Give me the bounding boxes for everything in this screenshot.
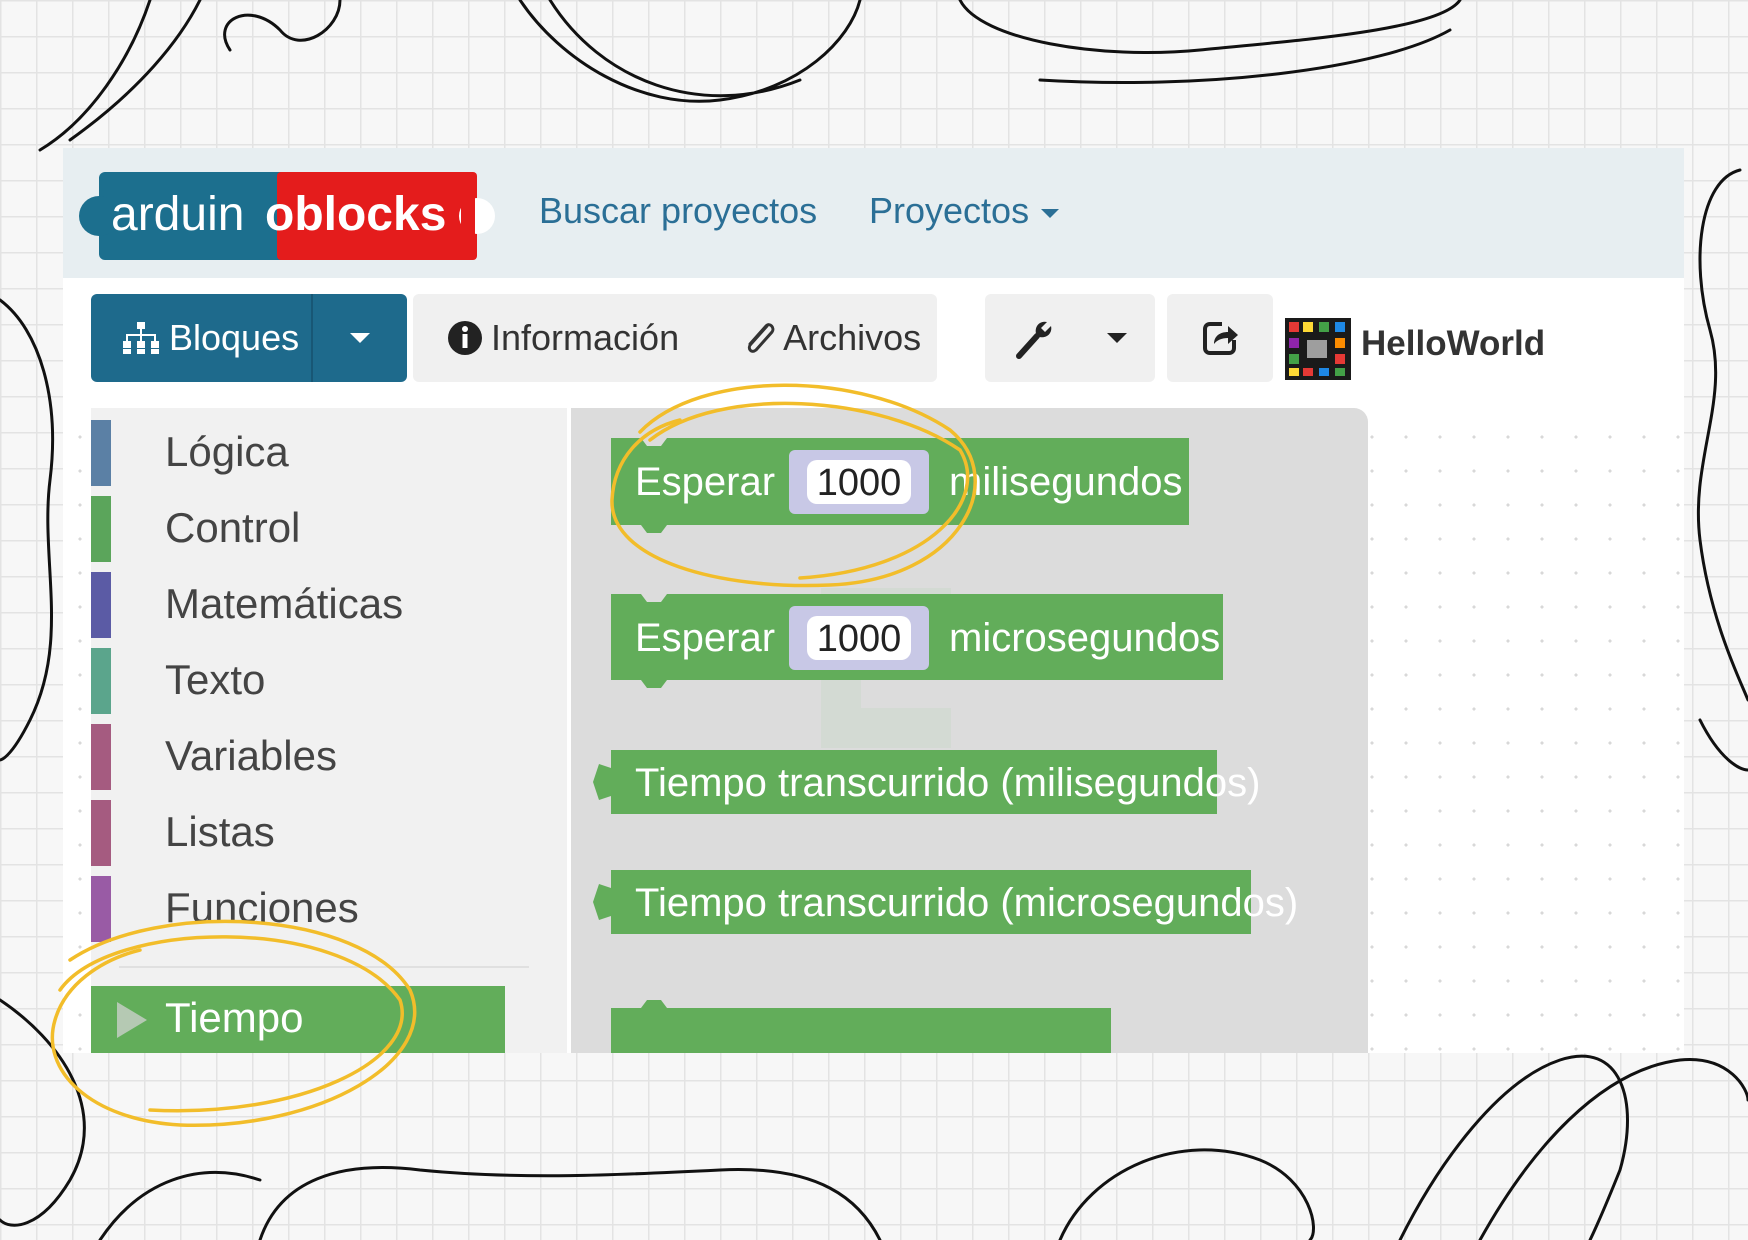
block-label: Esperar <box>635 616 775 660</box>
info-files-group: Información Archivos <box>413 294 937 382</box>
category-label: Listas <box>165 808 275 855</box>
category-label: Texto <box>165 656 266 703</box>
category-label: Tiempo <box>165 994 304 1041</box>
wrench-icon <box>1016 321 1052 359</box>
category-color-bar <box>91 496 111 562</box>
bloques-button[interactable]: Bloques <box>91 294 313 382</box>
logo-text-right: oblocks <box>265 188 446 241</box>
share-square-icon <box>1203 322 1238 355</box>
category-logica[interactable]: Lógica <box>91 414 567 490</box>
category-color-bar <box>91 572 111 638</box>
archivos-label: Archivos <box>783 317 922 358</box>
info-circle-icon <box>448 321 482 355</box>
chevron-down-icon <box>1041 208 1060 218</box>
bloques-button-group: Bloques <box>91 294 407 382</box>
arduinoblocks-logo[interactable]: arduin oblocks <box>69 168 529 264</box>
category-variables[interactable]: Variables <box>91 718 567 794</box>
bloques-dropdown-toggle[interactable] <box>313 294 407 382</box>
paperclip-icon <box>747 323 775 353</box>
informacion-button[interactable]: Información <box>447 294 679 382</box>
project-name: HelloWorld <box>1361 324 1546 363</box>
category-color-bar <box>91 420 111 486</box>
caret-down-icon <box>350 333 370 343</box>
category-label: Lógica <box>165 428 289 475</box>
logo-text-left: arduin <box>111 188 244 241</box>
category-funciones[interactable]: Funciones <box>91 870 567 946</box>
category-control[interactable]: Control <box>91 490 567 566</box>
toolbar: Bloques Información Archivos HelloWorld <box>63 278 1684 408</box>
block-label: microsegundos <box>949 616 1220 660</box>
block-label: Esperar <box>635 460 775 504</box>
category-label: Matemáticas <box>165 580 404 627</box>
nav-search-projects-label: Buscar proyectos <box>539 190 818 231</box>
block-elapsed-ms[interactable]: Tiempo transcurrido (milisegundos) <box>593 750 1260 814</box>
blockly-workspace[interactable]: Lógica Control Matemáticas Texto Variabl… <box>63 408 1684 1053</box>
category-color-bar <box>91 800 111 866</box>
category-label: Variables <box>165 732 337 779</box>
category-color-bar <box>91 876 111 942</box>
category-label: Control <box>165 504 301 551</box>
category-color-bar <box>91 724 111 790</box>
block-elapsed-us[interactable]: Tiempo transcurrido (microsegundos) <box>593 870 1298 934</box>
category-toolbox: Lógica Control Matemáticas Texto Variabl… <box>91 408 567 1053</box>
category-color-bar <box>91 648 111 714</box>
block-wait-ms[interactable]: Esperar 1000 milisegundos <box>611 438 1189 533</box>
category-matematicas[interactable]: Matemáticas <box>91 566 567 642</box>
expand-triangle-icon <box>117 1002 147 1038</box>
bloques-label: Bloques <box>169 317 300 358</box>
tools-button-group[interactable] <box>985 294 1155 382</box>
caret-down-icon <box>1107 333 1127 343</box>
project-thumbnail <box>1285 318 1351 380</box>
category-tiempo-selected[interactable]: Tiempo <box>91 986 505 1053</box>
block-flyout: Esperar 1000 milisegundos Esperar 1000 m… <box>571 408 1368 1053</box>
sitemap-icon <box>123 322 159 354</box>
block-wait-us[interactable]: Esperar 1000 microsegundos <box>611 594 1223 688</box>
informacion-label: Información <box>491 317 680 358</box>
block-value[interactable]: 1000 <box>817 618 902 660</box>
block-value[interactable]: 1000 <box>817 462 902 504</box>
category-label: Funciones <box>165 884 359 931</box>
nav-projects-dropdown[interactable]: Proyectos <box>869 190 1060 232</box>
nav-search-projects[interactable]: Buscar proyectos <box>539 190 817 232</box>
block-partial[interactable] <box>611 1000 1111 1053</box>
block-label: milisegundos <box>949 460 1182 504</box>
category-divider <box>119 966 529 968</box>
share-button[interactable] <box>1167 294 1273 382</box>
arduinoblocks-app: arduin oblocks Buscar proyectos Proyecto… <box>63 148 1684 1053</box>
block-label: Tiempo transcurrido (microsegundos) <box>635 881 1298 925</box>
block-label: Tiempo transcurrido (milisegundos) <box>635 761 1260 805</box>
category-listas[interactable]: Listas <box>91 794 567 870</box>
category-texto[interactable]: Texto <box>91 642 567 718</box>
nav-projects-label: Proyectos <box>869 190 1030 231</box>
navbar: arduin oblocks Buscar proyectos Proyecto… <box>63 148 1684 278</box>
archivos-button[interactable]: Archivos <box>739 294 921 382</box>
flyout-blocks: Esperar 1000 milisegundos Esperar 1000 m… <box>593 438 1298 1053</box>
